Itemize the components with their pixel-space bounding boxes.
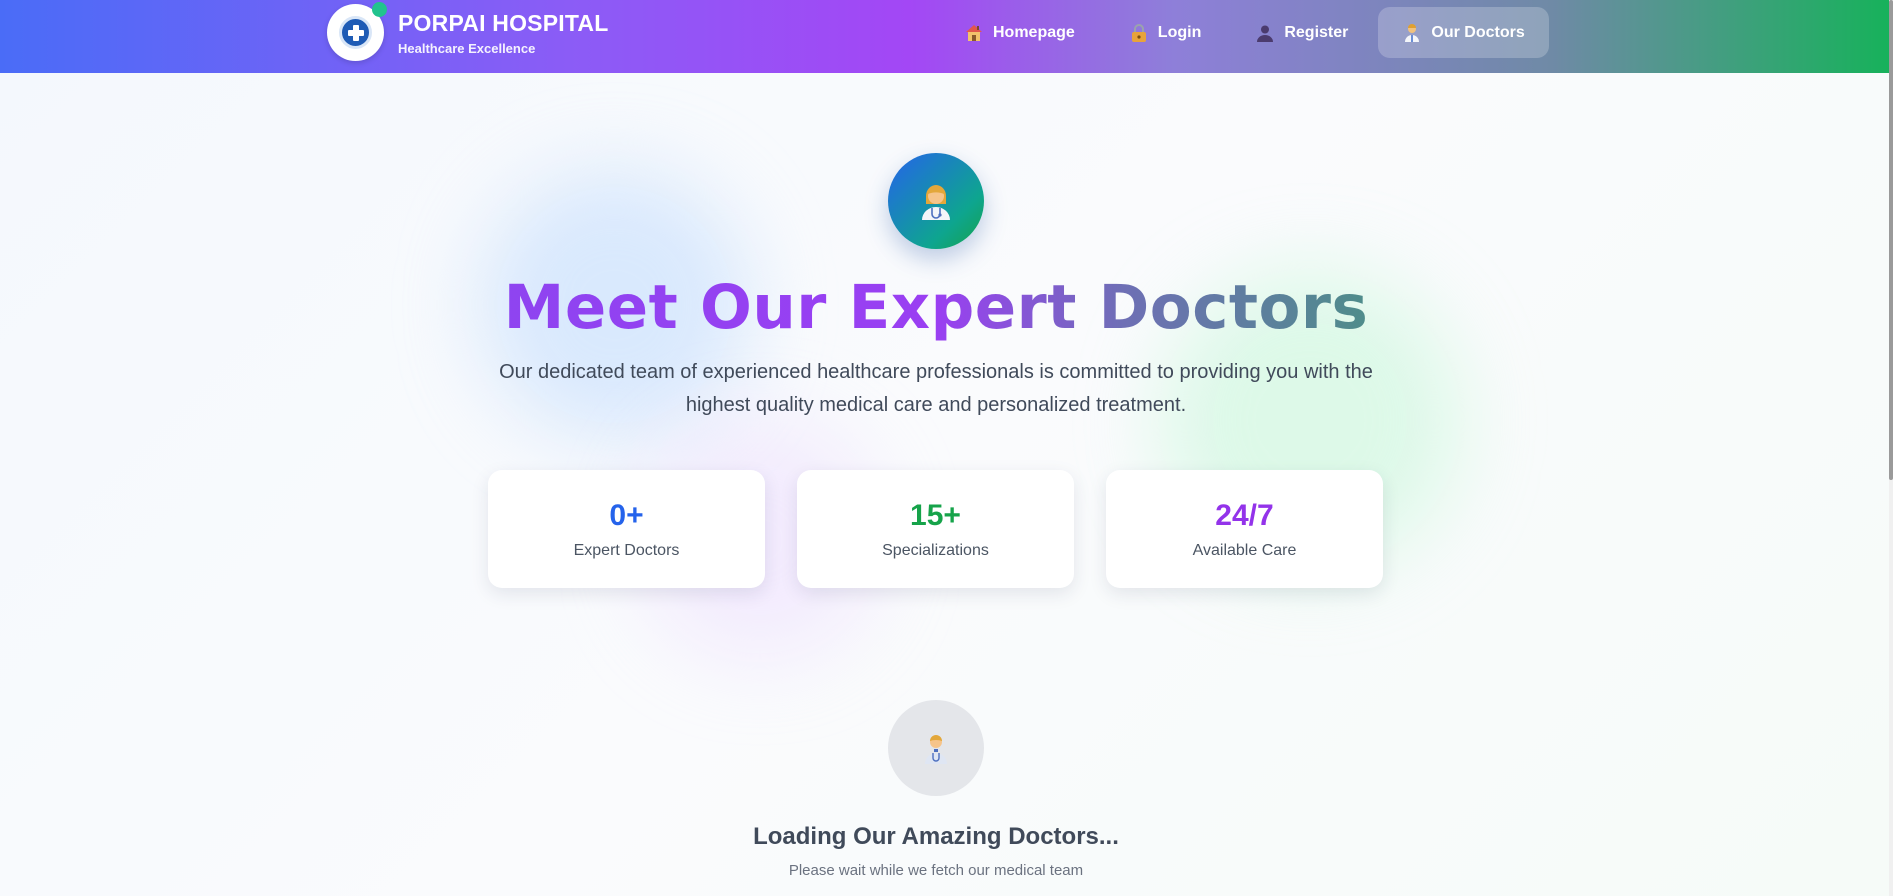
stat-value: 15+ bbox=[910, 498, 961, 532]
stat-card-expert-doctors: 0+ Expert Doctors bbox=[488, 470, 765, 588]
nav-our-doctors[interactable]: Our Doctors bbox=[1378, 7, 1549, 58]
nav-login[interactable]: Login bbox=[1105, 7, 1226, 58]
loading-subtitle: Please wait while we fetch our medical t… bbox=[788, 862, 1084, 879]
brand[interactable]: PORPAI HOSPITAL Healthcare Excellence bbox=[327, 2, 609, 61]
nav-our-doctors-label: Our Doctors bbox=[1431, 23, 1525, 41]
page: PORPAI HOSPITAL Healthcare Excellence Ho… bbox=[0, 0, 1893, 896]
brand-name: PORPAI HOSPITAL bbox=[398, 9, 609, 36]
hero-title-wrap: Meet Our Expert Doctors bbox=[504, 272, 1368, 352]
top-navbar: PORPAI HOSPITAL Healthcare Excellence Ho… bbox=[0, 0, 1893, 73]
nav-homepage-label: Homepage bbox=[993, 23, 1075, 41]
page-title: Meet Our Expert Doctors bbox=[0, 272, 1872, 343]
lock-icon bbox=[1129, 23, 1149, 43]
stat-value: 24/7 bbox=[1215, 498, 1274, 532]
brand-tagline: Healthcare Excellence bbox=[398, 40, 536, 56]
hospital-logo bbox=[327, 2, 387, 61]
house-icon bbox=[964, 23, 984, 43]
hero-subtitle: Our dedicated team of experienced health… bbox=[499, 361, 1373, 416]
stat-value: 0+ bbox=[609, 498, 644, 532]
stat-label: Expert Doctors bbox=[573, 541, 680, 559]
doctor-icon bbox=[888, 153, 984, 249]
loading-doctor-icon bbox=[888, 700, 984, 796]
vertical-scrollbar[interactable] bbox=[1889, 0, 1893, 896]
loading-title: Loading Our Amazing Doctors... bbox=[753, 823, 1119, 850]
stat-label: Specializations bbox=[882, 541, 989, 559]
status-dot bbox=[372, 2, 387, 17]
stat-label: Available Care bbox=[1192, 541, 1297, 559]
nav-register[interactable]: Register bbox=[1231, 7, 1372, 58]
scrollbar-thumb[interactable] bbox=[1889, 0, 1893, 480]
main-nav: Homepage Login Register Our Doctors bbox=[940, 7, 1555, 58]
stat-card-specializations: 15+ Specializations bbox=[797, 470, 1074, 588]
stat-card-available-care: 24/7 Available Care bbox=[1106, 470, 1383, 588]
doctor-icon bbox=[1402, 23, 1422, 43]
nav-login-label: Login bbox=[1157, 23, 1202, 41]
stats-row: 0+ Expert Doctors 15+ Specializations 24… bbox=[488, 470, 1383, 588]
medical-cross-icon bbox=[339, 16, 372, 49]
nav-register-label: Register bbox=[1284, 23, 1349, 41]
person-icon bbox=[1255, 23, 1275, 43]
nav-homepage[interactable]: Homepage bbox=[940, 7, 1099, 58]
